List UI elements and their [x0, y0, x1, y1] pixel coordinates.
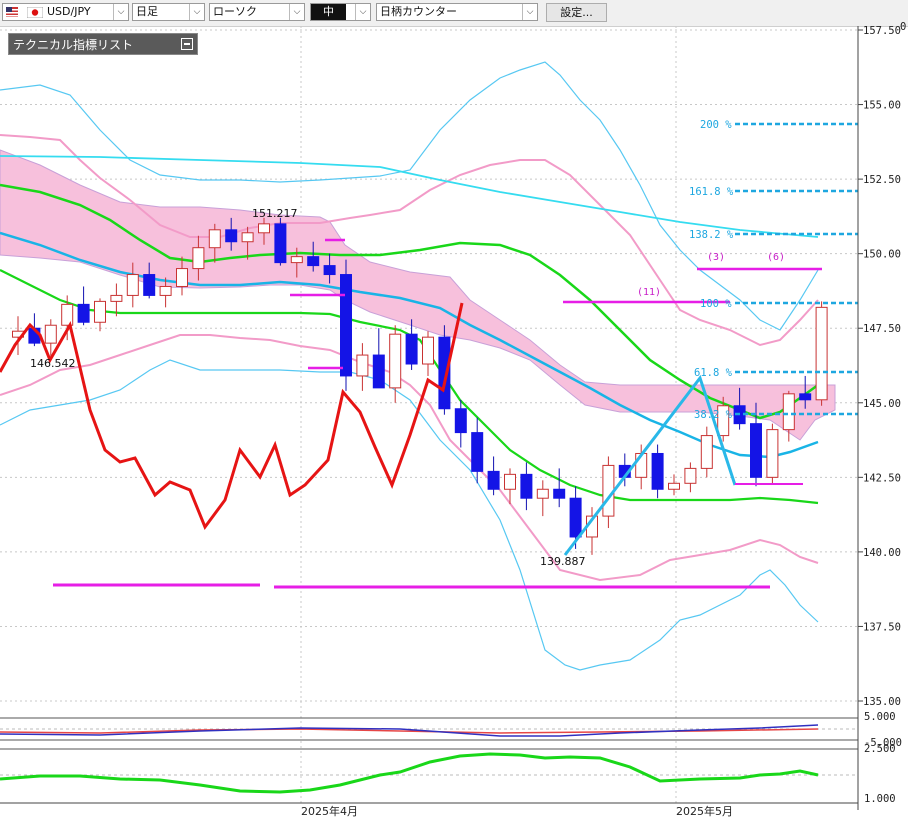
candle-down: [340, 274, 352, 377]
candle-down: [77, 303, 90, 323]
candle-down: [372, 354, 385, 389]
price-axis: 157.50 155.00 152.50 150.00 147.50 145.00 142.…: [857, 21, 906, 810]
candle-up: [684, 467, 697, 484]
price-tick-label: 155.00: [863, 100, 901, 112]
price-tick-label: 157.50: [863, 25, 901, 37]
candle-up: [159, 285, 172, 296]
sub1-tick-label: 5.000: [864, 711, 896, 723]
high-annotation: 151.217: [252, 207, 298, 220]
candle-down: [799, 393, 812, 401]
candle-up: [668, 482, 680, 490]
date-axis: 2025年4月 2025年5月: [0, 802, 858, 818]
sub2-tick-label: 2.500: [864, 743, 896, 755]
candle-down: [471, 432, 484, 472]
price-tick-label: 142.50: [863, 472, 901, 484]
candle-down: [405, 333, 418, 365]
candle-up: [422, 336, 434, 365]
price-tick-label: 135.00: [863, 696, 901, 708]
price-tick-label: 145.00: [863, 398, 901, 410]
candle-down: [487, 470, 500, 490]
candle-down: [553, 488, 566, 499]
sub-panel-2: [0, 748, 858, 794]
candle-down: [274, 223, 287, 264]
price-tick-label: 152.50: [863, 174, 901, 186]
candle-up: [110, 294, 123, 302]
candle-up: [61, 303, 74, 326]
candle-down: [225, 229, 238, 243]
candle-up: [536, 488, 549, 499]
candle-up: [700, 435, 713, 469]
day-counter-11: (11): [637, 287, 661, 298]
candle-down: [143, 274, 156, 296]
fib-label-138: 138.2 %: [689, 229, 734, 241]
candle-up: [815, 306, 828, 401]
candle-up: [208, 229, 221, 249]
candle-up: [504, 473, 516, 490]
candle-up: [389, 333, 402, 389]
candle-up: [176, 268, 188, 287]
candle-down: [307, 256, 320, 267]
fib-label-200: 200 %: [700, 119, 732, 131]
fib-label-38: 38.2 %: [694, 409, 733, 421]
price-tick-label: 140.00: [863, 547, 901, 559]
sub2-tick-label: 1.000: [864, 793, 896, 805]
day-counter-3: (3): [707, 252, 725, 263]
candle-up: [782, 393, 795, 431]
fib-label-61: 61.8 %: [694, 367, 733, 379]
candle-up: [241, 232, 254, 243]
price-tick-label: 150.00: [863, 249, 901, 261]
candle-up: [258, 223, 270, 234]
low-annotation: 139.887: [540, 555, 586, 568]
candle-up: [356, 354, 369, 377]
candle-down: [323, 265, 336, 276]
candle-up: [126, 274, 139, 296]
sub-panel-1: [0, 717, 858, 741]
fib-label-161: 161.8 %: [689, 186, 734, 198]
date-tick-label: 2025年4月: [301, 804, 358, 818]
candle-down: [651, 452, 664, 490]
sub2-line-green: [0, 752, 819, 794]
low-annotation-left: 146.542: [30, 357, 76, 370]
candle-down: [569, 497, 582, 538]
axis-overlap-marker: 0: [900, 21, 906, 33]
candle-down: [750, 423, 762, 478]
price-chart[interactable]: 200 % 161.8 % 138.2 % 100 % 61.8 % 38.2 …: [0, 0, 908, 821]
candle-up: [766, 429, 779, 478]
candle-up: [44, 324, 57, 344]
candle-down: [520, 473, 533, 499]
fib-label-100: 100 %: [700, 298, 732, 310]
candle-down: [454, 408, 467, 434]
day-counter-6: (6): [767, 252, 785, 263]
date-tick-label: 2025年5月: [676, 804, 733, 818]
price-tick-label: 137.50: [863, 621, 901, 633]
candle-up: [290, 256, 303, 264]
candle-up: [94, 300, 106, 323]
price-tick-label: 147.50: [863, 323, 901, 335]
candle-up: [192, 247, 205, 270]
